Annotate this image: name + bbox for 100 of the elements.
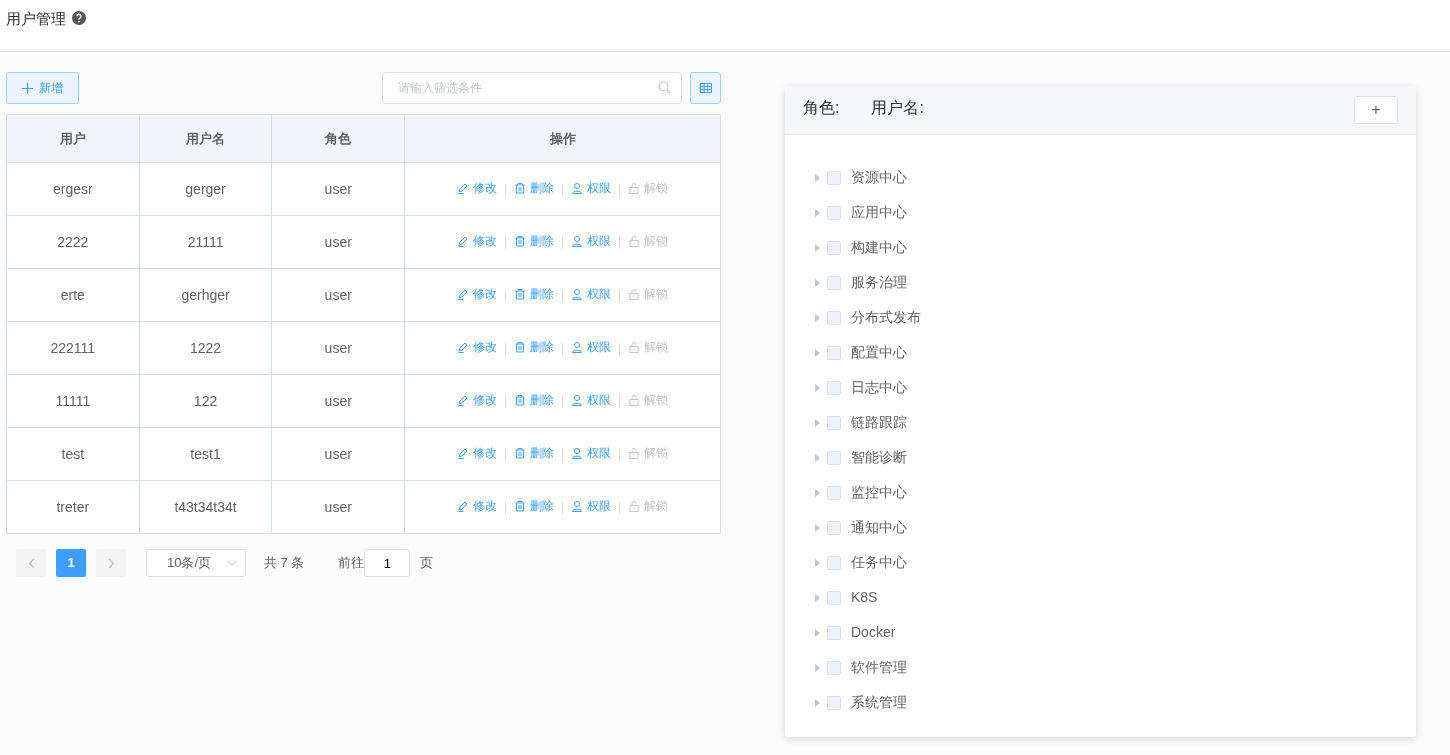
trash-icon: [514, 446, 526, 459]
permission-link[interactable]: 权限: [571, 443, 611, 462]
caret-icon[interactable]: [813, 313, 821, 322]
checkbox[interactable]: [827, 170, 841, 185]
grid-icon: [699, 83, 712, 93]
column-header: 用户名: [139, 114, 272, 163]
checkbox[interactable]: [827, 380, 841, 395]
tree-item-label[interactable]: 系统管理: [851, 692, 907, 713]
checkbox[interactable]: [827, 520, 841, 535]
permission-link[interactable]: 权限: [571, 231, 611, 250]
tree-item-label[interactable]: K8S: [851, 587, 878, 608]
tree-item-label[interactable]: 构建中心: [851, 237, 907, 258]
delete-link[interactable]: 删除: [514, 284, 554, 303]
caret-icon[interactable]: [813, 698, 821, 707]
table-cell: 1222: [139, 321, 272, 375]
caret-icon[interactable]: [813, 348, 821, 357]
checkbox[interactable]: [827, 485, 841, 500]
tree-item-label[interactable]: 日志中心: [851, 377, 907, 398]
caret-icon[interactable]: [813, 593, 821, 602]
checkbox[interactable]: [827, 660, 841, 675]
tree-item-label[interactable]: 配置中心: [851, 342, 907, 363]
add-button[interactable]: +: [1354, 96, 1398, 124]
caret-icon[interactable]: [813, 558, 821, 567]
permission-link[interactable]: 权限: [571, 178, 611, 197]
checkbox[interactable]: [827, 415, 841, 430]
goto-label: 前往: [338, 554, 365, 573]
padlock-icon: [628, 287, 640, 300]
delete-link[interactable]: 删除: [514, 178, 554, 197]
delete-link[interactable]: 删除: [514, 337, 554, 356]
page-title: 用户管理: [6, 9, 66, 29]
chevron-left-icon: [27, 557, 35, 569]
caret-icon[interactable]: [813, 523, 821, 532]
delete-link[interactable]: 删除: [514, 231, 554, 250]
edit-link[interactable]: 修改: [457, 178, 497, 197]
checkbox[interactable]: [827, 695, 841, 710]
previous-page-button[interactable]: [16, 549, 46, 577]
caret-icon[interactable]: [813, 418, 821, 427]
tree-item-label[interactable]: 监控中心: [851, 482, 907, 503]
edit-link[interactable]: 修改: [457, 284, 497, 303]
caret-icon[interactable]: [813, 628, 821, 637]
caret-icon[interactable]: [813, 453, 821, 462]
checkbox[interactable]: [827, 240, 841, 255]
checkbox[interactable]: [827, 625, 841, 640]
caret-icon[interactable]: [813, 243, 821, 252]
next-page-button[interactable]: [96, 549, 126, 577]
delete-link[interactable]: 删除: [514, 443, 554, 462]
permission-link[interactable]: 权限: [571, 337, 611, 356]
checkbox[interactable]: [827, 345, 841, 360]
edit-link[interactable]: 修改: [457, 231, 497, 250]
edit-link[interactable]: 修改: [457, 390, 497, 409]
tree-item-label[interactable]: 任务中心: [851, 552, 907, 573]
caret-icon[interactable]: [813, 278, 821, 287]
delete-link[interactable]: 删除: [514, 390, 554, 409]
edit-link[interactable]: 修改: [457, 337, 497, 356]
page-size-select[interactable]: 10条/页: [146, 549, 246, 577]
table-cell: test: [6, 427, 140, 481]
padlock-icon: [628, 499, 640, 512]
checkbox[interactable]: [827, 205, 841, 220]
permission-link[interactable]: 权限: [571, 284, 611, 303]
table-cell: 11111: [6, 374, 140, 428]
person-icon: [571, 287, 583, 300]
checkbox[interactable]: [827, 310, 841, 325]
tree-item-label[interactable]: 智能诊断: [851, 447, 907, 468]
table-cell: user: [271, 215, 405, 269]
caret-icon[interactable]: [813, 208, 821, 217]
tree-item-label[interactable]: Docker: [851, 622, 896, 643]
tree-item-label[interactable]: 链路跟踪: [851, 412, 907, 433]
tree-item-label[interactable]: 分布式发布: [851, 307, 921, 328]
checkbox[interactable]: [827, 450, 841, 465]
caret-icon[interactable]: [813, 488, 821, 497]
add-button[interactable]: 新增: [6, 72, 79, 104]
checkbox[interactable]: [827, 275, 841, 290]
column-header: 操作: [404, 114, 721, 163]
tree-item-label[interactable]: 软件管理: [851, 657, 907, 678]
table-cell: test1: [139, 427, 272, 481]
page-input[interactable]: 1: [364, 549, 411, 577]
edit-link[interactable]: 修改: [457, 496, 497, 515]
tree-item-label[interactable]: 通知中心: [851, 517, 907, 538]
search-field[interactable]: 请输入筛选条件: [382, 72, 682, 104]
chevron-right-icon: [107, 557, 115, 569]
edit-link[interactable]: 修改: [457, 443, 497, 462]
tree-item-label[interactable]: 服务治理: [851, 272, 907, 293]
permission-link[interactable]: 权限: [571, 390, 611, 409]
table-view-button[interactable]: [690, 72, 721, 104]
page-button[interactable]: 1: [56, 549, 86, 577]
person-icon: [571, 181, 583, 194]
tree-item-label[interactable]: 资源中心: [851, 167, 907, 188]
checkbox[interactable]: [827, 590, 841, 605]
caret-icon[interactable]: [813, 663, 821, 672]
checkbox[interactable]: [827, 555, 841, 570]
help-icon[interactable]: [72, 11, 86, 25]
table-cell: ergesr: [6, 162, 140, 216]
permission-link[interactable]: 权限: [571, 496, 611, 515]
tree-item-label[interactable]: 应用中心: [851, 202, 907, 223]
table-cell: user: [271, 427, 405, 481]
table-cell: 122: [139, 374, 272, 428]
delete-link[interactable]: 删除: [514, 496, 554, 515]
table-cell: user: [271, 268, 405, 322]
caret-icon[interactable]: [813, 383, 821, 392]
caret-icon[interactable]: [813, 173, 821, 182]
